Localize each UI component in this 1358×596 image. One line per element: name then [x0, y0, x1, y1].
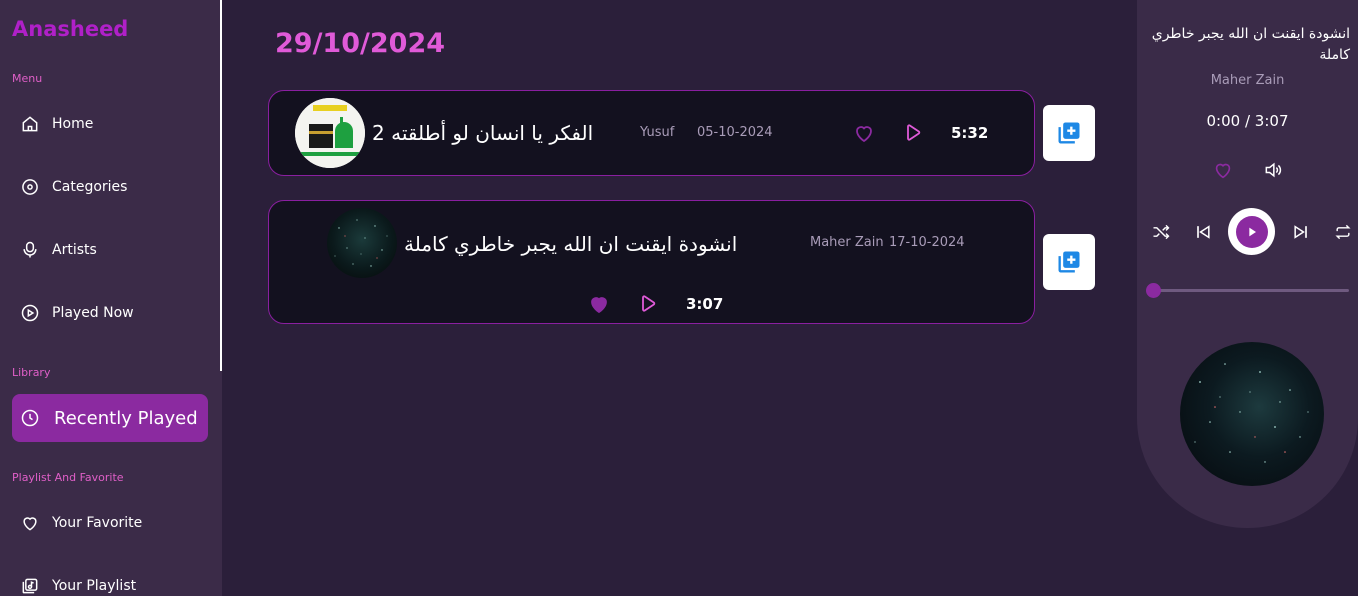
track-card[interactable]: الفكر يا انسان لو أطلقته 2 Yusuf 05-10-2… — [268, 90, 1035, 176]
track-artist[interactable]: Yusuf — [640, 125, 674, 140]
add-playlist-icon — [1058, 251, 1080, 273]
track-title: الفكر يا انسان لو أطلقته 2 — [372, 121, 594, 145]
sidebar-item-label: Artists — [52, 242, 97, 258]
now-playing-title: انشودة ايقنت ان الله يجبر خاطري كاملة — [1151, 26, 1350, 63]
progress-handle[interactable] — [1146, 283, 1161, 298]
next-icon[interactable] — [1289, 220, 1313, 244]
disc-icon — [20, 177, 40, 197]
sidebar-item-label: Your Playlist — [52, 578, 137, 594]
app-logo[interactable]: Anasheed — [12, 17, 128, 41]
track-date: 17-10-2024 — [889, 235, 965, 250]
album-cover — [1180, 342, 1324, 486]
track-thumbnail — [295, 98, 365, 168]
shuffle-icon[interactable] — [1149, 220, 1173, 244]
sidebar-item-label: Categories — [52, 179, 128, 195]
now-playing-panel: انشودة ايقنت ان الله يجبر خاطري كاملة Ma… — [1137, 0, 1358, 528]
heart-icon[interactable] — [585, 290, 613, 318]
play-pause-button[interactable] — [1228, 208, 1275, 255]
home-icon — [20, 114, 40, 134]
sidebar-item-label: Your Favorite — [52, 515, 143, 531]
sidebar-item-your-playlist[interactable]: Your Playlist — [12, 562, 208, 596]
track-date: 05-10-2024 — [697, 125, 773, 140]
track-duration: 3:07 — [686, 295, 724, 313]
sidebar-item-played-now[interactable]: Played Now — [12, 289, 208, 337]
page-title: 29/10/2024 — [275, 28, 446, 59]
track-artist[interactable]: Maher Zain — [810, 235, 884, 250]
volume-icon[interactable] — [1261, 158, 1285, 182]
repeat-icon[interactable] — [1331, 220, 1355, 244]
now-playing-artist[interactable]: Maher Zain — [1137, 73, 1358, 88]
heart-icon — [20, 513, 40, 533]
sidebar-item-your-favorite[interactable]: Your Favorite — [12, 499, 208, 547]
section-label-library: Library — [12, 366, 51, 379]
sidebar-item-home[interactable]: Home — [12, 100, 208, 148]
play-icon[interactable] — [899, 119, 927, 147]
sidebar-item-label: Played Now — [52, 305, 134, 321]
add-to-playlist-button[interactable] — [1043, 105, 1095, 161]
sidebar-item-recently-played[interactable]: Recently Played — [12, 394, 208, 442]
sidebar-item-categories[interactable]: Categories — [12, 163, 208, 211]
track-card[interactable]: انشودة ايقنت ان الله يجبر خاطري كاملة Ma… — [268, 200, 1035, 324]
heart-icon[interactable] — [850, 119, 878, 147]
heart-icon[interactable] — [1211, 158, 1235, 182]
time-separator: / — [1240, 112, 1255, 130]
track-duration: 5:32 — [951, 124, 989, 142]
playlist-icon — [20, 576, 40, 596]
add-to-playlist-button[interactable] — [1043, 234, 1095, 290]
sidebar-divider — [220, 0, 222, 371]
time-readout: 0:00 / 3:07 — [1137, 112, 1358, 130]
progress-bar[interactable] — [1155, 289, 1349, 292]
play-circle-icon — [20, 303, 40, 323]
play-icon — [1235, 215, 1268, 248]
current-time: 0:00 — [1206, 112, 1241, 130]
microphone-icon — [20, 240, 40, 260]
clock-icon — [20, 408, 40, 428]
previous-icon[interactable] — [1191, 220, 1215, 244]
section-label-playlist: Playlist And Favorite — [12, 471, 124, 484]
section-label-menu: Menu — [12, 72, 43, 85]
play-icon[interactable] — [634, 290, 662, 318]
total-time: 3:07 — [1254, 112, 1289, 130]
add-playlist-icon — [1058, 122, 1080, 144]
track-thumbnail — [327, 208, 397, 278]
sidebar-item-label: Home — [52, 116, 94, 132]
sidebar-item-label: Recently Played — [54, 407, 198, 429]
track-title: انشودة ايقنت ان الله يجبر خاطري كاملة — [404, 232, 738, 256]
sidebar: Anasheed Menu Home Categories Artists Pl… — [0, 0, 222, 596]
sidebar-item-artists[interactable]: Artists — [12, 226, 208, 274]
